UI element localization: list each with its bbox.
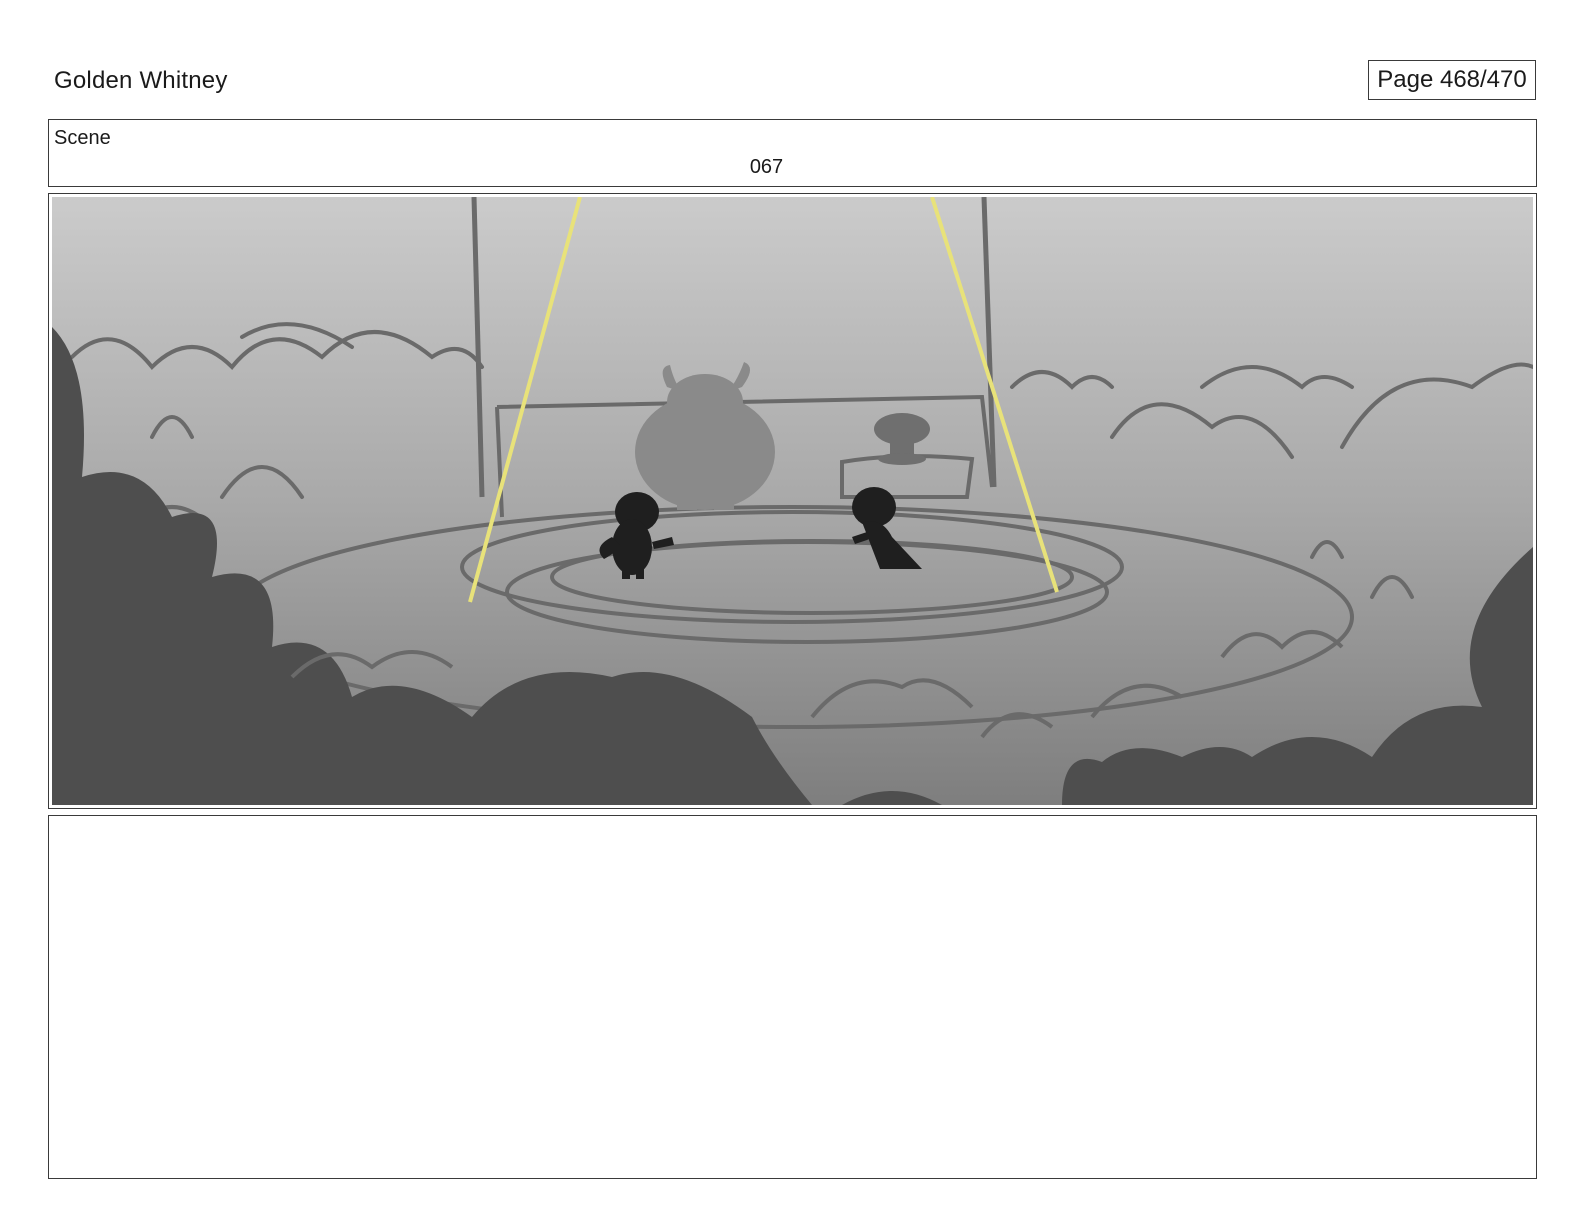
scene-number: 067 <box>749 156 784 178</box>
panel-notes-box <box>48 815 1537 1179</box>
storyboard-panel-image <box>52 197 1533 805</box>
scene-label: Scene <box>54 127 111 149</box>
storyboard-panel-frame <box>48 193 1537 809</box>
storyboard-sketch <box>52 197 1533 805</box>
page-indicator: Page 468/470 <box>1368 60 1536 100</box>
project-title: Golden Whitney <box>54 67 228 94</box>
scene-info-box: Scene 067 <box>48 119 1537 187</box>
trophy-figure <box>874 413 930 465</box>
